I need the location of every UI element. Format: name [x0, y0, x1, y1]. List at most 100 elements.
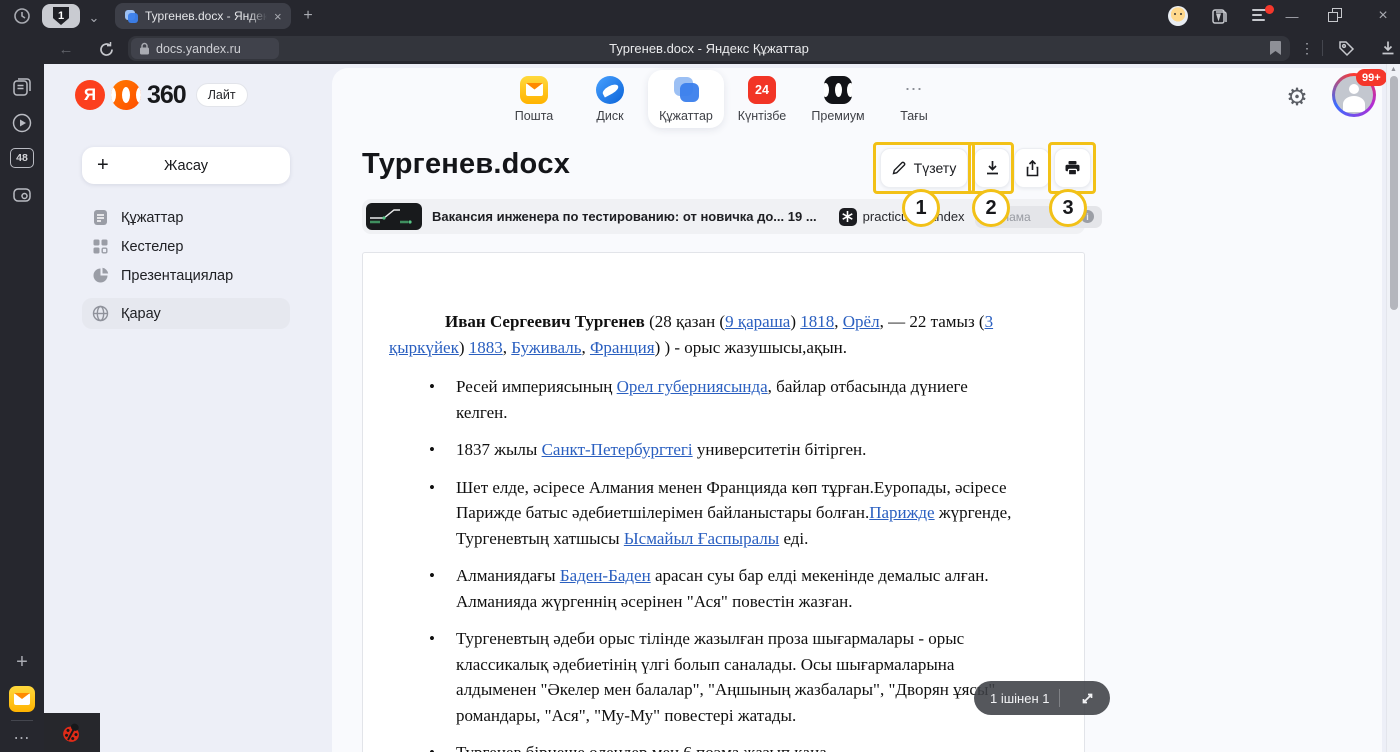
tab-close-icon[interactable]: ×: [274, 10, 282, 23]
nav-label: Премиум: [811, 109, 864, 123]
nav-item-premium[interactable]: Премиум: [800, 70, 876, 128]
callout-number-1: 1: [902, 189, 940, 227]
document-link[interactable]: 9 қараша: [725, 312, 790, 331]
video-play-icon[interactable]: [11, 112, 33, 139]
nav-label: Диск: [596, 109, 623, 123]
ad-headline: Вакансия инженера по тестированию: от но…: [432, 209, 817, 224]
document-bullet: Алманиядағы Баден-Баден арасан суы бар е…: [389, 563, 1020, 614]
table-grid-icon: [92, 238, 109, 255]
browser-address-bar: ← Тургенев.docx - Яндекс Құжаттар docs.y…: [44, 32, 1400, 64]
yandex-docs-page: Я 360 Лайт Пошта Диск Құжаттар 24: [44, 64, 1400, 752]
speed-badge-icon[interactable]: 48: [10, 148, 34, 168]
document-bullet: 1837 жылы Санкт-Петербургтегі университе…: [389, 437, 1020, 463]
browser-profile-avatar[interactable]: [1168, 6, 1188, 26]
browser-window: 1 ⌄ Тургенев.docx - Яндекс × + — × ←: [0, 0, 1400, 752]
tab-count-badge: 1: [53, 7, 69, 25]
document-link[interactable]: Орел губерниясында: [617, 377, 768, 396]
create-button[interactable]: + Жасау: [82, 147, 290, 184]
sidebar-item-presentations[interactable]: Презентациялар: [82, 261, 290, 290]
nav-item-mail[interactable]: Пошта: [496, 70, 572, 128]
page-window-title: Тургенев.docx - Яндекс Құжаттар: [128, 36, 1290, 61]
yandex-logo-icon: Я: [75, 80, 105, 110]
document-page: Иван Сергеевич Тургенев (28 қазан (9 қар…: [362, 252, 1085, 752]
practicum-logo-icon: [839, 208, 857, 226]
ad-thumbnail: [366, 203, 422, 230]
sidebar-item-tables[interactable]: Кестелер: [82, 232, 290, 261]
docs-favicon: [123, 9, 138, 24]
history-clock-icon[interactable]: [12, 6, 32, 26]
page-indicator-label: 1 ішінен 1: [990, 691, 1049, 706]
page-title: Тургенев.docx: [362, 148, 570, 181]
tab-list-chevron-icon[interactable]: ⌄: [84, 8, 104, 26]
rail-mail-icon[interactable]: [9, 686, 35, 712]
nav-label: Құжаттар: [659, 109, 713, 123]
highlight-box-1: [873, 142, 975, 194]
collections-icon[interactable]: [1336, 38, 1356, 58]
highlight-box-2: [968, 142, 1014, 194]
settings-gear-icon[interactable]: ⚙: [1284, 84, 1310, 110]
profile-avatar[interactable]: 99+: [1332, 73, 1376, 117]
yandex-360-logo[interactable]: Я 360 Лайт: [75, 80, 248, 110]
scrollbar-thumb[interactable]: [1390, 76, 1398, 310]
pie-chart-icon: [92, 267, 109, 284]
panels-icon[interactable]: [1210, 7, 1228, 25]
reload-icon[interactable]: [96, 39, 116, 59]
premium-app-icon: [824, 76, 852, 104]
logo-brand-text: 360: [147, 81, 186, 110]
new-tab-icon[interactable]: +: [298, 6, 318, 26]
lock-icon: [139, 42, 150, 55]
scrollbar-up-arrow[interactable]: ▲: [1390, 66, 1397, 73]
back-icon[interactable]: ←: [56, 40, 76, 58]
url-chip[interactable]: docs.yandex.ru: [131, 38, 279, 59]
nav-label: Күнтізбе: [738, 109, 787, 123]
rail-add-icon[interactable]: +: [16, 652, 28, 672]
divider: [1059, 689, 1060, 707]
nav-item-disk[interactable]: Диск: [572, 70, 648, 128]
document-link[interactable]: Буживаль: [511, 338, 581, 357]
calendar-app-icon: 24: [748, 76, 776, 104]
sidebar-item-view[interactable]: Қарау: [82, 298, 290, 329]
globe-icon: [92, 305, 109, 322]
fullscreen-expand-icon[interactable]: [1070, 684, 1104, 712]
document-link[interactable]: Орёл: [843, 312, 880, 331]
screenshot-icon[interactable]: [11, 184, 33, 211]
browser-menu-icon[interactable]: [1252, 7, 1272, 25]
share-button[interactable]: [1014, 148, 1050, 188]
more-apps-icon: ⋯: [900, 76, 928, 104]
feed-icon[interactable]: [11, 76, 33, 103]
divider: [1322, 40, 1323, 56]
document-link[interactable]: Баден-Баден: [560, 566, 651, 585]
window-restore-icon[interactable]: [1328, 8, 1344, 24]
tab-title: Тургенев.docx - Яндекс: [145, 9, 267, 23]
nav-label: Тағы: [900, 109, 928, 123]
ladybug-sticker[interactable]: [44, 713, 100, 752]
document-link[interactable]: 1883: [469, 338, 503, 357]
rail-more-icon[interactable]: ⋯: [14, 728, 31, 748]
sidebar-item-documents[interactable]: Құжаттар: [82, 203, 290, 232]
services-nav: Пошта Диск Құжаттар 24 Күнтізбе Премиум …: [496, 70, 952, 128]
document-link[interactable]: 1818: [800, 312, 834, 331]
document-link[interactable]: Парижде: [869, 503, 934, 522]
document-bullet: Ресей империясының Орел губерниясында, б…: [389, 374, 1020, 425]
bookmark-flag-icon[interactable]: [1269, 40, 1282, 61]
browser-tab[interactable]: Тургенев.docx - Яндекс ×: [115, 3, 291, 29]
divider: [11, 720, 33, 721]
nav-item-more[interactable]: ⋯ Тағы: [876, 70, 952, 128]
document-bullet-list: Ресей империясының Орел губерниясында, б…: [389, 374, 1020, 752]
document-link[interactable]: Ысмайыл Ғаспыралы: [624, 529, 779, 548]
nav-item-documents[interactable]: Құжаттар: [648, 70, 724, 128]
window-close-icon[interactable]: ×: [1373, 6, 1393, 26]
omnibox[interactable]: Тургенев.docx - Яндекс Құжаттар docs.yan…: [128, 36, 1290, 61]
sidebar-item-label: Презентациялар: [121, 268, 233, 284]
browser-downloads-icon[interactable]: [1378, 38, 1398, 58]
page-scrollbar[interactable]: ▲: [1386, 64, 1400, 752]
window-minimize-icon[interactable]: —: [1282, 6, 1302, 26]
document-link[interactable]: Франция: [590, 338, 655, 357]
nav-item-calendar[interactable]: 24 Күнтізбе: [724, 70, 800, 128]
document-bullet: Тургеневтың әдеби орыс тілінде жазылған …: [389, 626, 1020, 728]
ladybug-icon: [60, 720, 83, 744]
tab-counter-button[interactable]: 1: [42, 4, 80, 28]
nav-label: Пошта: [515, 109, 554, 123]
document-link[interactable]: Санкт-Петербургтегі: [542, 440, 693, 459]
addr-more-icon[interactable]: ⋮: [1300, 39, 1314, 57]
